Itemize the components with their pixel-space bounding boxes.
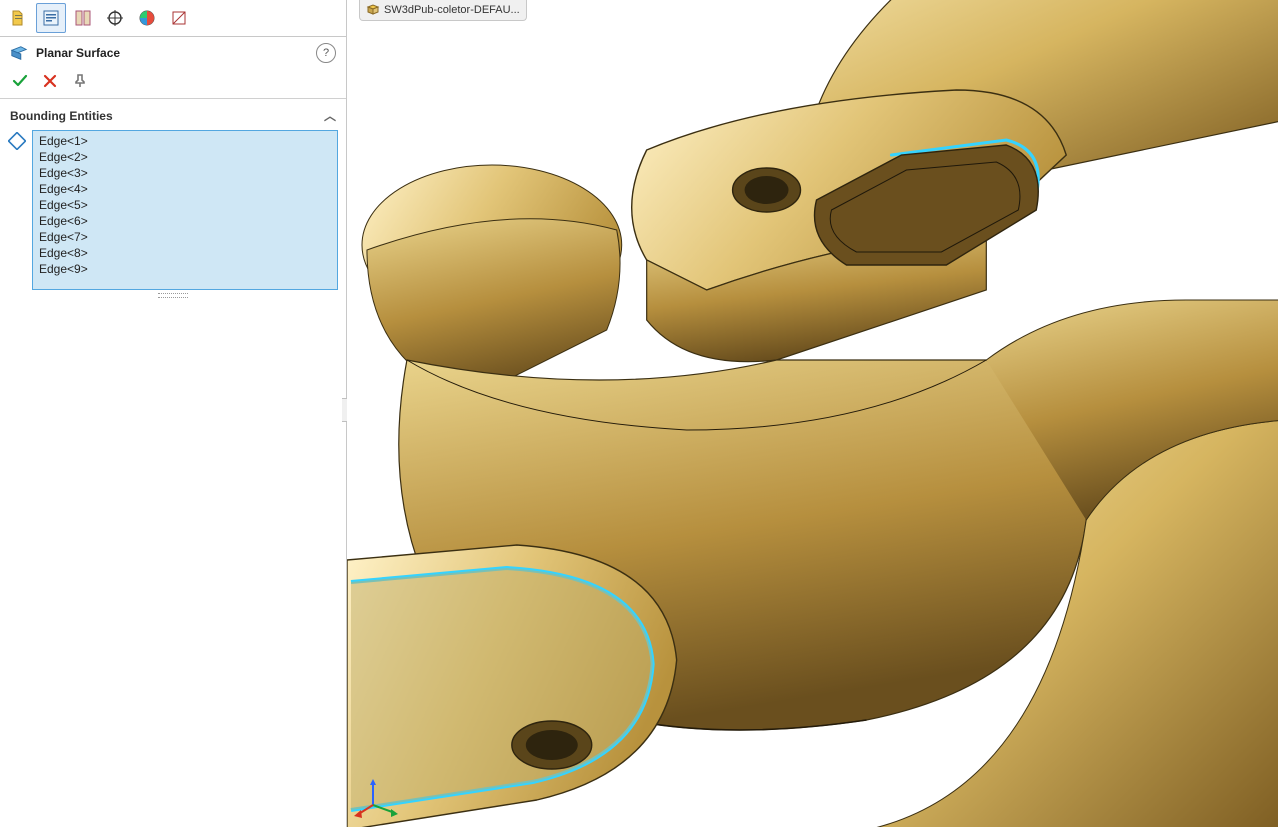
tab-dimexpert[interactable]: [164, 3, 194, 33]
pm-tab-bar: [0, 0, 346, 37]
graphics-viewport[interactable]: SW3dPub-coletor-DEFAU... Box SelectionLa…: [347, 0, 1278, 827]
pm-action-row: [0, 69, 346, 99]
help-icon[interactable]: ?: [316, 43, 336, 63]
section-header[interactable]: Bounding Entities ︿: [8, 105, 338, 130]
tab-feature[interactable]: [4, 3, 34, 33]
list-item[interactable]: Edge<3>: [37, 165, 333, 181]
list-item[interactable]: Edge<8>: [37, 245, 333, 261]
list-item[interactable]: Edge<2>: [37, 149, 333, 165]
document-tab[interactable]: SW3dPub-coletor-DEFAU...: [359, 0, 527, 21]
chevron-up-icon: ︿: [324, 107, 336, 124]
pm-title-row: Planar Surface ?: [0, 37, 346, 69]
bounding-entities-list[interactable]: Edge<1>Edge<2>Edge<3>Edge<4>Edge<5>Edge<…: [32, 130, 338, 290]
tab-property[interactable]: [36, 3, 66, 33]
document-tab-label: SW3dPub-coletor-DEFAU...: [384, 4, 520, 16]
ok-button[interactable]: [12, 73, 28, 92]
pm-title: Planar Surface: [36, 46, 120, 60]
tab-display[interactable]: [100, 3, 130, 33]
model-render: [347, 0, 1278, 827]
tab-config[interactable]: [68, 3, 98, 33]
list-item[interactable]: Edge<9>: [37, 261, 333, 277]
planar-surface-icon: [10, 44, 28, 62]
section-title: Bounding Entities: [10, 109, 113, 123]
list-resize-gripper[interactable]: [8, 290, 338, 300]
list-item[interactable]: Edge<6>: [37, 213, 333, 229]
list-item[interactable]: Edge<7>: [37, 229, 333, 245]
list-item[interactable]: Edge<5>: [37, 197, 333, 213]
list-item[interactable]: Edge<4>: [37, 181, 333, 197]
part-icon: [366, 3, 380, 17]
pin-button[interactable]: [72, 73, 88, 92]
loop-icon: [8, 132, 26, 150]
list-item[interactable]: Edge<1>: [37, 133, 333, 149]
bounding-entities-section: Bounding Entities ︿ Edge<1>Edge<2>Edge<3…: [0, 99, 346, 306]
property-manager-panel: Planar Surface ? Bounding Entities ︿ Edg…: [0, 0, 347, 827]
view-triad[interactable]: [353, 775, 399, 821]
tab-appearance[interactable]: [132, 3, 162, 33]
cancel-button[interactable]: [42, 73, 58, 92]
